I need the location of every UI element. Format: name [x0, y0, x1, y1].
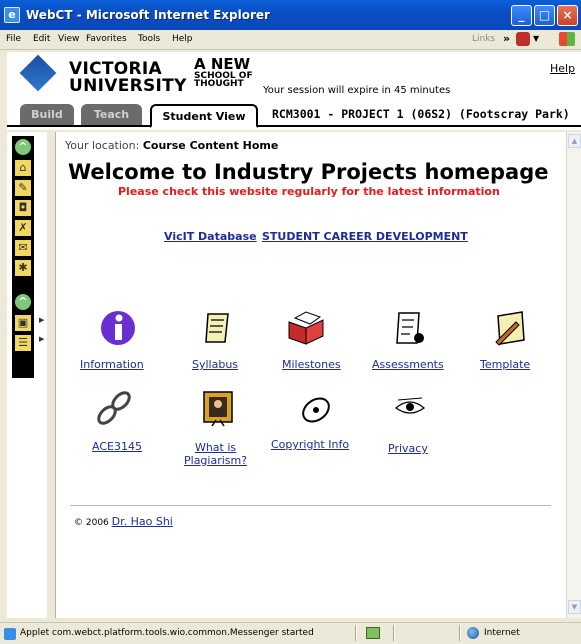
- plagiarism-link[interactable]: What is Plagiarism?: [184, 441, 247, 467]
- slogan-line1: A NEW: [194, 55, 251, 73]
- menu-favorites[interactable]: Favorites: [86, 34, 127, 44]
- pushpin-icon[interactable]: ✗: [14, 219, 32, 237]
- discussion-icon[interactable]: ◘: [14, 199, 32, 217]
- acrobat-icon[interactable]: [516, 32, 530, 46]
- scroll-down-icon[interactable]: ▼: [568, 600, 581, 614]
- session-notice: Your session will expire in 45 minutes: [263, 85, 451, 96]
- status-text: Applet com.webct.platform.tools.wio.comm…: [20, 628, 314, 638]
- status-bar: Applet com.webct.platform.tools.wio.comm…: [0, 622, 581, 644]
- vicit-database-link[interactable]: VicIT Database: [164, 230, 257, 243]
- dropdown-arrow-icon[interactable]: ▼: [533, 34, 539, 43]
- mail-icon[interactable]: ✉: [14, 239, 32, 257]
- location-value: Course Content Home: [142, 139, 279, 152]
- collapse-up-icon-2[interactable]: ^: [14, 293, 32, 311]
- author-link[interactable]: Dr. Hao Shi: [112, 515, 173, 528]
- links-toolbar[interactable]: Links: [472, 34, 495, 44]
- menu-view[interactable]: View: [58, 34, 79, 44]
- slogan: A NEW SCHOOL OF THOUGHT: [194, 55, 253, 89]
- internet-zone-icon: [467, 627, 479, 639]
- syllabus-link[interactable]: Syllabus: [192, 358, 238, 371]
- tab-teach[interactable]: Teach: [81, 104, 142, 125]
- expand-arrow-icon-2[interactable]: ▶: [39, 335, 44, 343]
- student-career-link[interactable]: STUDENT CAREER DEVELOPMENT: [262, 230, 468, 243]
- assessments-link[interactable]: Assessments: [372, 358, 444, 371]
- privacy-link[interactable]: Privacy: [388, 442, 428, 455]
- copyright-prefix: © 2006: [74, 518, 109, 528]
- left-toolbar: ^ ⌂ ✎ ◘ ✗ ✉ ✱ ^ ▣ ☰ ▶ ▶: [7, 132, 47, 618]
- collapse-up-icon[interactable]: ^: [14, 138, 32, 156]
- windows-logo-icon: [559, 32, 575, 46]
- eye-icon[interactable]: [390, 388, 430, 428]
- content-icon[interactable]: ✎: [14, 179, 32, 197]
- menu-bar: File Edit View Favorites Tools Help Link…: [0, 30, 581, 50]
- applet-icon: [4, 628, 16, 640]
- calendar-icon[interactable]: ☰: [14, 334, 32, 352]
- vertical-scrollbar[interactable]: ▲ ▼: [566, 132, 581, 618]
- close-button[interactable]: ×: [557, 5, 578, 26]
- copyright-info-link[interactable]: Copyright Info: [271, 438, 349, 451]
- zone-icon: [366, 627, 380, 639]
- menu-edit[interactable]: Edit: [33, 34, 50, 44]
- chevron-icon[interactable]: »: [503, 32, 510, 45]
- course-title: RCM3001 - PROJECT 1 (06S2) (Footscray Pa…: [272, 107, 570, 121]
- information-link[interactable]: Information: [80, 358, 144, 371]
- menu-tools[interactable]: Tools: [138, 34, 160, 44]
- status-separator-2: [393, 625, 395, 641]
- book-icon[interactable]: [286, 308, 326, 348]
- page-subtitle: Please check this website regularly for …: [118, 185, 500, 198]
- zone-label: Internet: [484, 628, 520, 638]
- page-title: Welcome to Industry Projects homepage: [68, 160, 549, 184]
- cd-icon[interactable]: [296, 388, 336, 428]
- expand-arrow-icon[interactable]: ▶: [39, 316, 44, 324]
- plagiarism-label-line1: What is: [194, 441, 237, 454]
- tab-strip: Build Teach Student View RCM3001 - PROJE…: [7, 101, 581, 128]
- copyright: © 2006 Dr. Hao Shi: [74, 515, 173, 528]
- slogan-line3: THOUGHT: [194, 79, 244, 89]
- pen-paper-icon[interactable]: [490, 308, 530, 348]
- scroll-icon[interactable]: [198, 308, 238, 348]
- menu-help[interactable]: Help: [172, 34, 193, 44]
- ie-icon: e: [4, 7, 20, 23]
- help-link[interactable]: Help: [550, 62, 575, 75]
- info-icon[interactable]: [98, 308, 138, 348]
- content-pane: Your location: Course Content Home Welco…: [55, 132, 566, 618]
- vu-logo-diamond-icon: [19, 54, 57, 92]
- breadcrumb: Your location: Course Content Home: [65, 139, 278, 152]
- template-link[interactable]: Template: [480, 358, 530, 371]
- vu-logo: VICTORIA UNIVERSITY: [69, 61, 187, 95]
- location-label: Your location:: [65, 139, 140, 152]
- ace3145-link[interactable]: ACE3145: [92, 440, 142, 453]
- menu-file[interactable]: File: [6, 34, 21, 44]
- logo-line2: UNIVERSITY: [69, 76, 187, 96]
- maximize-button[interactable]: □: [534, 5, 555, 26]
- home-icon[interactable]: ⌂: [14, 159, 32, 177]
- window-title: WebCT - Microsoft Internet Explorer: [26, 8, 270, 22]
- scroll-up-icon[interactable]: ▲: [568, 134, 581, 148]
- plagiarism-label-line2: Plagiarism?: [184, 454, 248, 467]
- notes-icon[interactable]: ▣: [14, 314, 32, 332]
- minimize-button[interactable]: _: [511, 5, 532, 26]
- title-bar: e WebCT - Microsoft Internet Explorer _ …: [0, 0, 581, 30]
- portrait-icon[interactable]: [198, 388, 238, 428]
- tab-build[interactable]: Build: [20, 104, 74, 125]
- status-separator: [355, 625, 357, 641]
- divider: [70, 505, 551, 506]
- checklist-icon[interactable]: [390, 308, 430, 348]
- tab-student-view[interactable]: Student View: [150, 104, 258, 128]
- status-separator-3: [459, 625, 461, 641]
- network-icon[interactable]: ✱: [14, 259, 32, 277]
- chain-icon[interactable]: [94, 388, 134, 428]
- milestones-link[interactable]: Milestones: [282, 358, 341, 371]
